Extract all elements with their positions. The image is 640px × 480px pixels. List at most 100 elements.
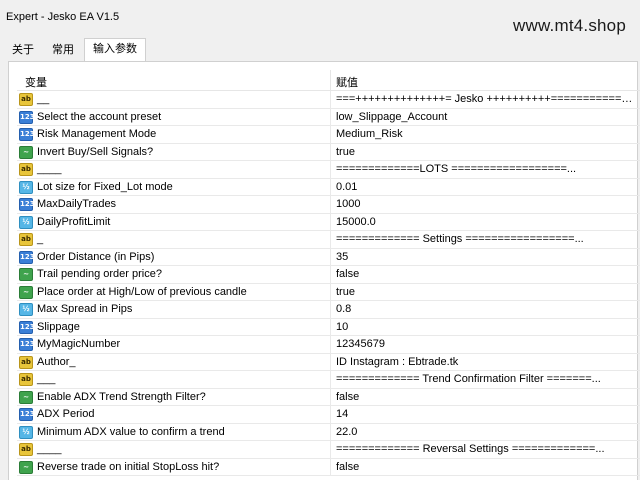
table-row[interactable]: ½ Max Spread in Pips 0.8 (17, 301, 640, 319)
variable-value[interactable]: true (336, 286, 636, 298)
integer-type-icon: 123 (19, 338, 35, 351)
variable-value[interactable]: 1000 (336, 198, 636, 210)
variable-name: Lot size for Fixed_Lot mode (37, 180, 173, 193)
variable-value[interactable]: ===++++++++++++++= Jesko ++++++++++=====… (336, 93, 636, 105)
variable-value[interactable]: low_Slippage_Account (336, 111, 636, 123)
variable-name: Select the account preset (37, 110, 162, 123)
table-row[interactable]: ½ Lot size for Fixed_Lot mode 0.01 (17, 178, 640, 196)
double-type-icon: ½ (19, 180, 33, 194)
variable-value[interactable]: false (336, 268, 636, 280)
double-type-icon: ½ (19, 425, 33, 439)
variable-value[interactable]: 15000.0 (336, 216, 636, 228)
table-row[interactable]: ab ____ =============LOTS ================… (17, 161, 640, 179)
string-type-icon: ab (19, 355, 33, 369)
variable-value[interactable]: 0.01 (336, 181, 636, 193)
table-row[interactable]: 123 Select the account preset low_Slippage… (17, 108, 640, 126)
integer-type-icon: 123 (19, 110, 35, 124)
integer-type-icon: 123 (19, 408, 35, 421)
variable-value[interactable]: true (336, 146, 636, 158)
column-divider (330, 196, 331, 213)
variable-value[interactable]: 22.0 (336, 426, 636, 438)
table-row[interactable]: ½ Minimum ADX value to confirm a trend 22.… (17, 423, 640, 441)
variable-value[interactable]: ============= Reversal Settings ========… (336, 443, 636, 455)
boolean-type-icon: ~ (19, 460, 33, 474)
variable-value[interactable]: false (336, 461, 636, 473)
variable-name: ADX Period (37, 408, 95, 420)
column-divider (330, 283, 331, 300)
variable-value[interactable]: 12345679 (336, 338, 636, 350)
integer-type-icon: 123 (19, 128, 35, 141)
column-divider (330, 143, 331, 160)
header-variable[interactable]: 变量 (25, 74, 47, 90)
column-divider (330, 213, 331, 230)
integer-type-icon: 123 (19, 320, 35, 334)
variable-value[interactable]: false (336, 391, 636, 403)
variable-name: Minimum ADX value to confirm a trend (37, 425, 225, 438)
string-type-icon: ab (19, 373, 33, 386)
table-row[interactable]: 123 MyMagicNumber 12345679 (17, 336, 640, 354)
table-row[interactable]: 123 Risk Management Mode Medium_Risk (17, 126, 640, 144)
variable-name: Author_ (37, 355, 76, 368)
string-type-icon: ab (19, 93, 33, 106)
integer-type-icon: 123 (19, 250, 35, 264)
watermark: www.mt4.shop (513, 16, 626, 35)
table-row[interactable]: ½ DailyProfitLimit 15000.0 (17, 213, 640, 231)
variable-name: Slippage (37, 320, 80, 333)
table-row[interactable]: ab ___ ============= Trend Confirmation Fi… (17, 371, 640, 389)
tab-about[interactable]: 关于 (4, 40, 42, 62)
boolean-type-icon: ~ (19, 390, 33, 404)
table-row[interactable]: 123 ADX Period 14 (17, 406, 640, 424)
table-row[interactable]: ab ____ ============= Reversal Settings ==… (17, 441, 640, 459)
table-row[interactable]: 123 Order Distance (in Pips) 35 (17, 248, 640, 266)
table-row[interactable]: ~ Reverse trade on initial StopLoss hit? f… (17, 458, 640, 476)
column-divider (330, 301, 331, 318)
boolean-type-icon: ~ (19, 285, 33, 299)
variable-name: __ (37, 93, 50, 105)
column-divider (330, 266, 331, 283)
title-bar: Expert - Jesko EA V1.5 www.mt4.shop (0, 0, 640, 35)
column-divider[interactable] (330, 70, 331, 90)
variable-name: _ (37, 233, 44, 245)
variable-value[interactable]: =============LOTS ==================... (336, 163, 636, 175)
variable-value[interactable]: 35 (336, 251, 636, 263)
column-divider (330, 248, 331, 265)
variable-name: Max Spread in Pips (37, 303, 133, 315)
table-row[interactable]: ~ Trail pending order price? false (17, 266, 640, 284)
window-title: Expert - Jesko EA V1.5 (6, 11, 120, 23)
column-divider (330, 458, 331, 475)
variable-name: ___ (37, 373, 56, 385)
column-divider (330, 388, 331, 405)
table-row[interactable]: ~ Place order at High/Low of previous can… (17, 283, 640, 301)
variable-name: DailyProfitLimit (37, 215, 111, 228)
string-type-icon: ab (19, 443, 33, 456)
variable-value[interactable]: 0.8 (336, 303, 636, 315)
variable-value[interactable]: ID Instagram : Ebtrade.tk (336, 356, 636, 368)
variable-name: Order Distance (in Pips) (37, 250, 155, 263)
variable-name: ____ (37, 163, 62, 175)
string-type-icon: ab (19, 163, 33, 176)
table-row[interactable]: ~ Invert Buy/Sell Signals? true (17, 143, 640, 161)
variable-value[interactable]: 10 (336, 321, 636, 333)
variable-name: ____ (37, 443, 62, 455)
tab-bar: 关于 常用 输入参数 (0, 38, 640, 62)
string-type-icon: ab (19, 233, 33, 246)
table-row[interactable]: 123 Slippage 10 (17, 318, 640, 336)
variable-name: Trail pending order price? (37, 268, 162, 280)
header-value[interactable]: 赋值 (336, 74, 358, 90)
variable-value[interactable]: ============= Trend Confirmation Filter … (336, 373, 636, 385)
column-divider (330, 441, 331, 458)
variable-value[interactable]: ============= Settings =================… (336, 233, 636, 245)
variable-value[interactable]: Medium_Risk (336, 128, 636, 140)
table-row[interactable]: 123 MaxDailyTrades 1000 (17, 196, 640, 214)
table-row[interactable]: ab _ ============= Settings ==============… (17, 231, 640, 249)
table-body: ab __ ===++++++++++++++= Jesko ++++++++++=… (17, 91, 640, 476)
tab-inputs[interactable]: 输入参数 (84, 38, 146, 62)
boolean-type-icon: ~ (19, 145, 33, 159)
table-row[interactable]: ~ Enable ADX Trend Strength Filter? false (17, 388, 640, 406)
table-header: 变量 赋值 (17, 70, 640, 91)
variable-name: Risk Management Mode (37, 128, 157, 140)
variable-value[interactable]: 14 (336, 408, 636, 420)
table-row[interactable]: ab Author_ ID Instagram : Ebtrade.tk (17, 353, 640, 371)
table-row[interactable]: ab __ ===++++++++++++++= Jesko ++++++++++=… (17, 91, 640, 109)
tab-common[interactable]: 常用 (44, 40, 82, 62)
